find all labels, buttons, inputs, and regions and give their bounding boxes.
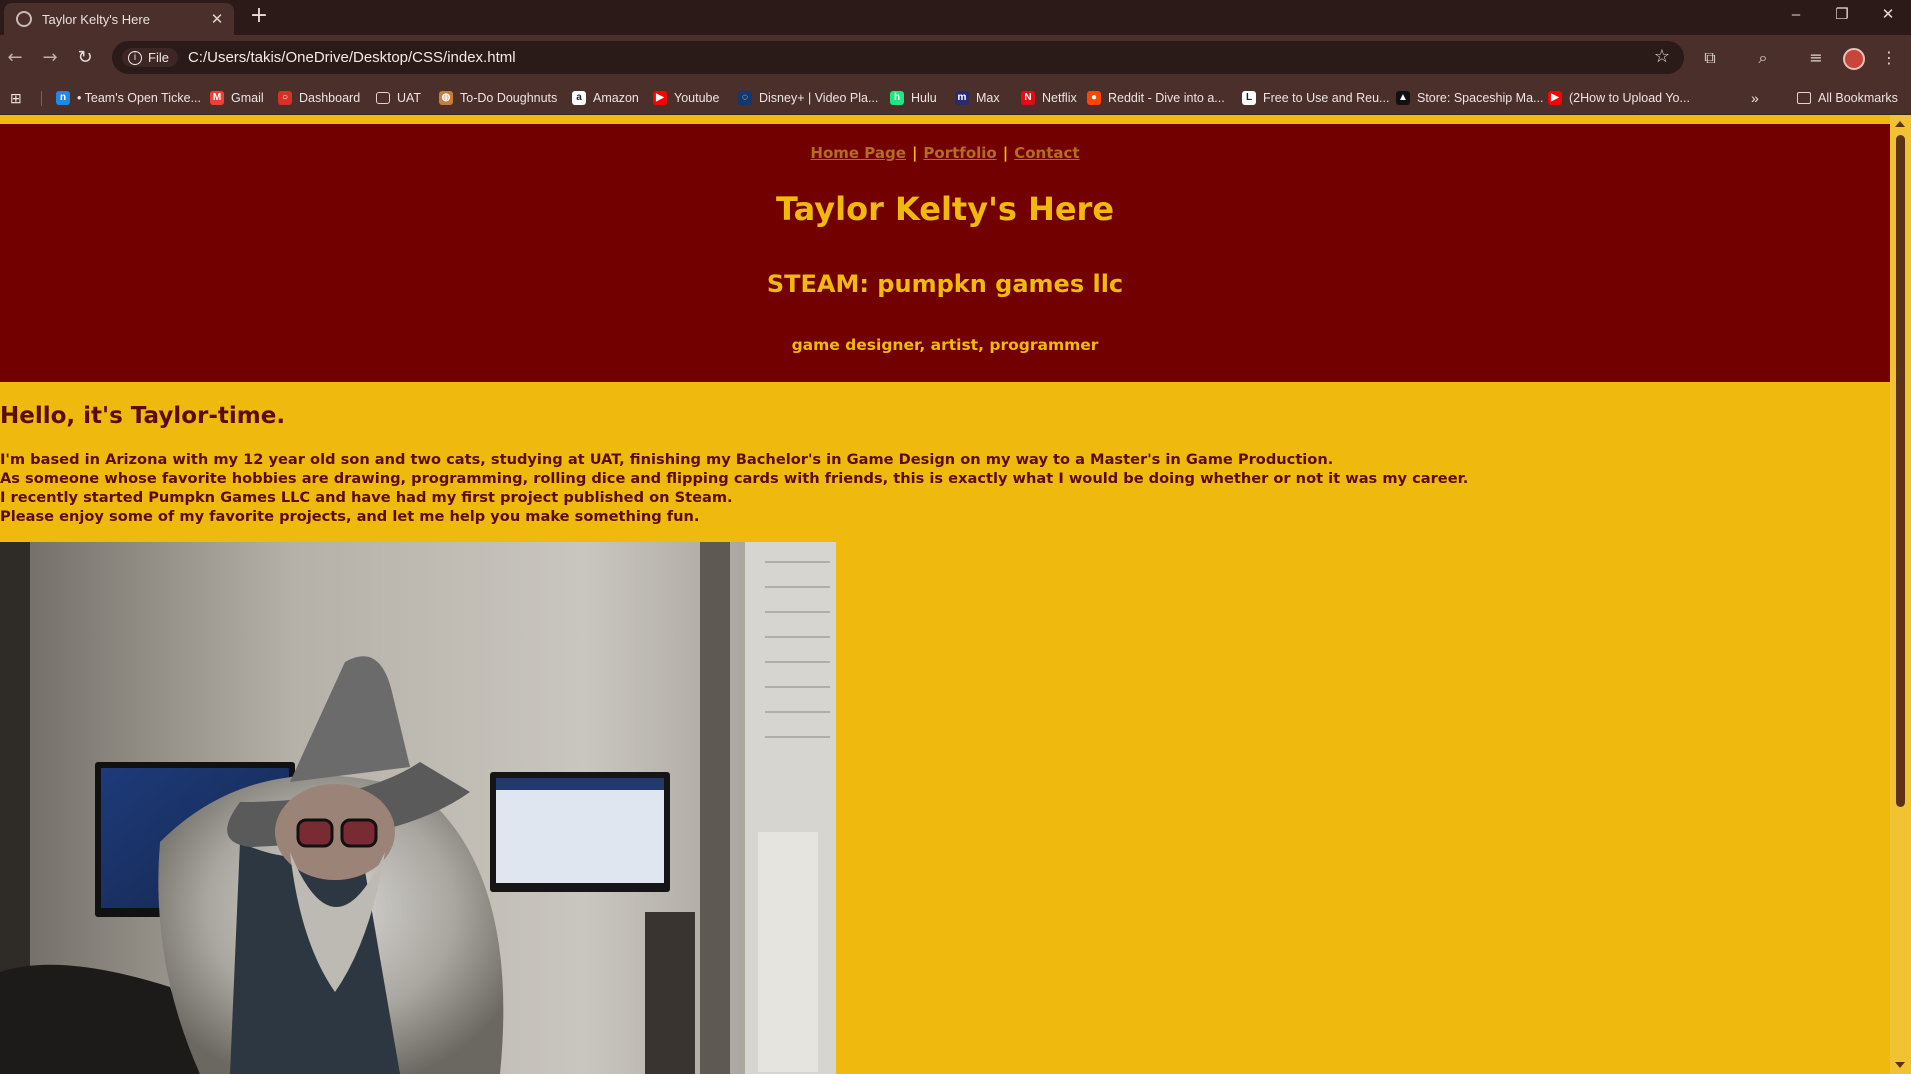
bookmark-label: Amazon — [593, 91, 639, 105]
dashboard-icon: ○ — [278, 91, 292, 105]
bookmark-item[interactable]: ▶ (2How to Upload Yo... — [1548, 88, 1690, 108]
photo-illustration — [0, 542, 836, 1074]
reddit-icon: ● — [1087, 91, 1101, 105]
bookmark-label: Disney+ | Video Pla... — [759, 91, 879, 105]
disney-icon: ◌ — [738, 91, 752, 105]
bookmark-label: Gmail — [231, 91, 264, 105]
bookmark-item[interactable]: UAT — [376, 88, 421, 108]
browser-tab[interactable]: Taylor Kelty's Here ✕ — [4, 3, 234, 35]
bookmark-item[interactable]: L Free to Use and Reu... — [1242, 88, 1389, 108]
bookmark-item[interactable]: h Hulu — [890, 88, 937, 108]
all-bookmarks-label: All Bookmarks — [1818, 91, 1898, 105]
bookmarks-bar: ⊞ n • Team's Open Ticke... M Gmail ○ Dashboar… — [0, 80, 1911, 115]
forward-icon[interactable]: → — [37, 45, 63, 71]
bookmark-item[interactable]: ● Reddit - Dive into a... — [1087, 88, 1225, 108]
reload-icon[interactable]: ↻ — [72, 45, 98, 71]
bookmark-label: Youtube — [674, 91, 720, 105]
bookmark-label: To-Do Doughnuts — [460, 91, 558, 105]
bookmark-label: Free to Use and Reu... — [1263, 91, 1390, 105]
bookmark-item[interactable]: ◍ To-Do Doughnuts — [439, 88, 557, 108]
info-icon: i — [128, 50, 142, 65]
intro-paragraph: I'm based in Arizona with my 12 year old… — [0, 450, 1468, 526]
nav-portfolio-link[interactable]: Portfolio — [923, 144, 996, 162]
bookmark-item[interactable]: n • Team's Open Ticke... — [56, 88, 201, 108]
site-header: Home Page | Portfolio | Contact Taylor Kelty… — [0, 124, 1890, 382]
bookmark-star-icon[interactable]: ☆ — [1654, 46, 1670, 67]
address-bar[interactable]: i File C:/Users/takis/OneDrive/Desktop/C… — [112, 41, 1684, 74]
profile-avatar[interactable] — [1843, 48, 1865, 70]
scroll-down-icon[interactable] — [1895, 1062, 1905, 1068]
intro-line: As someone whose favorite hobbies are dr… — [0, 470, 1469, 487]
nav-separator: | — [911, 144, 918, 162]
site-info-chip[interactable]: i File — [122, 48, 178, 67]
youtube-icon: ▶ — [653, 91, 667, 105]
bookmark-item[interactable]: N Netflix — [1021, 88, 1077, 108]
site-info-label: File — [148, 50, 169, 65]
page-scrollbar[interactable] — [1890, 115, 1911, 1074]
loc-icon: L — [1242, 91, 1256, 105]
doughnut-icon: ◍ — [439, 91, 453, 105]
wizard-costume-photo — [0, 542, 836, 1074]
tab-title: Taylor Kelty's Here — [42, 11, 150, 27]
intro-line: I recently started Pumpkn Games LLC and … — [0, 489, 733, 506]
steam-icon: ▲ — [1396, 91, 1410, 105]
tab-strip: Taylor Kelty's Here ✕ + – ❐ ✕ — [0, 0, 1911, 35]
page-viewport: Home Page | Portfolio | Contact Taylor Kelty… — [0, 115, 1911, 1074]
folder-icon — [376, 92, 390, 104]
site-nav: Home Page | Portfolio | Contact — [0, 144, 1890, 162]
bookmark-item[interactable]: ○ Dashboard — [278, 88, 360, 108]
globe-icon — [16, 11, 32, 27]
hulu-icon: h — [890, 91, 904, 105]
url-text[interactable]: C:/Users/takis/OneDrive/Desktop/CSS/inde… — [188, 49, 516, 66]
page-subtitle: STEAM: pumpkn games llc — [766, 270, 1124, 298]
close-tab-icon[interactable]: ✕ — [208, 10, 226, 28]
bookmark-item[interactable]: a Amazon — [572, 88, 639, 108]
bookmarks-divider — [41, 91, 42, 106]
bookmark-label: Netflix — [1042, 91, 1077, 105]
scrollbar-thumb[interactable] — [1896, 135, 1905, 807]
bookmark-label: (2How to Upload Yo... — [1569, 91, 1690, 105]
lens-search-icon[interactable]: ⌕ — [1751, 46, 1775, 70]
more-bookmarks-icon[interactable]: » — [1751, 88, 1759, 108]
bookmark-label: Hulu — [911, 91, 937, 105]
bookmark-label: • Team's Open Ticke... — [77, 91, 201, 105]
page-tagline: game designer, artist, programmer — [791, 336, 1099, 354]
apps-grid-icon[interactable]: ⊞ — [10, 88, 22, 108]
bookmark-item[interactable]: ▲ Store: Spaceship Ma... — [1396, 88, 1543, 108]
media-control-icon[interactable]: ≡ — [1804, 46, 1828, 70]
scroll-up-icon[interactable] — [1895, 121, 1905, 127]
browser-toolbar: ← → ↻ i File C:/Users/takis/OneDrive/Des… — [0, 35, 1911, 80]
max-icon: m — [955, 91, 969, 105]
restore-icon[interactable]: ❐ — [1819, 0, 1865, 30]
back-icon[interactable]: ← — [2, 45, 28, 71]
nav-home-link[interactable]: Home Page — [810, 144, 906, 162]
bookmark-label: UAT — [397, 91, 422, 105]
intro-line: Please enjoy some of my favorite project… — [0, 508, 700, 525]
greeting-heading: Hello, it's Taylor-time. — [0, 403, 286, 429]
menu-kebab-icon[interactable]: ⋮ — [1877, 46, 1901, 70]
bookmark-label: Reddit - Dive into a... — [1108, 91, 1225, 105]
netflix-icon: N — [1021, 91, 1035, 105]
bookmark-item[interactable]: ◌ Disney+ | Video Pla... — [738, 88, 878, 108]
gmail-icon: M — [210, 91, 224, 105]
bookmark-label: Store: Spaceship Ma... — [1417, 91, 1544, 105]
intro-line: I'm based in Arizona with my 12 year old… — [0, 451, 1334, 468]
folder-icon — [1797, 92, 1811, 104]
minimize-icon[interactable]: – — [1773, 0, 1819, 30]
bookmark-label: Max — [976, 91, 1000, 105]
all-bookmarks-button[interactable]: All Bookmarks — [1797, 88, 1898, 108]
bookmark-item[interactable]: m Max — [955, 88, 1000, 108]
extensions-icon[interactable]: ⧉ — [1698, 46, 1722, 70]
bookmark-item[interactable]: ▶ Youtube — [653, 88, 719, 108]
page-title: Taylor Kelty's Here — [775, 190, 1115, 228]
nav-contact-link[interactable]: Contact — [1014, 144, 1079, 162]
n-app-icon: n — [56, 91, 70, 105]
nav-separator: | — [1002, 144, 1009, 162]
new-tab-button[interactable]: + — [245, 3, 273, 31]
amazon-icon: a — [572, 91, 586, 105]
bookmark-label: Dashboard — [299, 91, 361, 105]
youtube-icon: ▶ — [1548, 91, 1562, 105]
window-close-icon[interactable]: ✕ — [1865, 0, 1911, 30]
bookmark-item[interactable]: M Gmail — [210, 88, 264, 108]
